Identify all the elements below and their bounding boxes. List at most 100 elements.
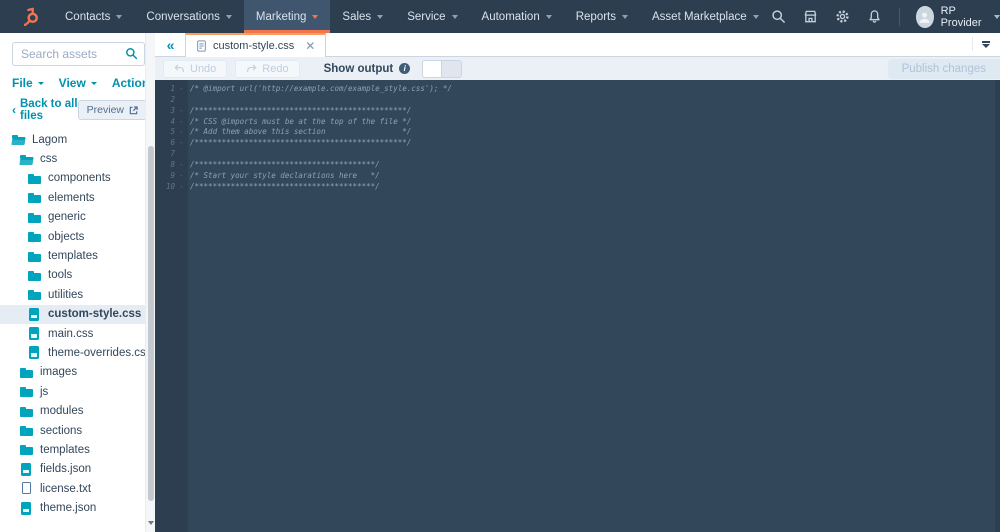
nav-divider bbox=[898, 7, 900, 26]
code-text[interactable]: /* CSS @imports must be at the top of th… bbox=[188, 117, 411, 128]
tab-custom-style-css[interactable]: custom-style.css ✕ bbox=[185, 33, 327, 57]
nav-item-reports[interactable]: Reports bbox=[564, 0, 640, 33]
scrollbar-thumb[interactable] bbox=[147, 146, 154, 501]
tab-label: custom-style.css bbox=[213, 40, 295, 52]
fold-marker[interactable]: - bbox=[175, 182, 188, 193]
css-file-icon bbox=[28, 327, 41, 341]
tree-item-utilities[interactable]: utilities bbox=[0, 285, 155, 304]
code-text[interactable]: /***************************************… bbox=[188, 160, 380, 171]
nav-item-marketing[interactable]: Marketing bbox=[243, 0, 331, 33]
tree-item-license-txt[interactable]: license.txt bbox=[0, 479, 155, 498]
tree-item-css[interactable]: css bbox=[0, 149, 155, 168]
code-line: 1 - /* @import url('http://example.com/e… bbox=[155, 84, 1000, 95]
avatar bbox=[916, 5, 934, 28]
tree-item-css-templates[interactable]: templates bbox=[0, 246, 155, 265]
publish-changes-button[interactable]: Publish changes bbox=[887, 59, 1000, 79]
info-icon[interactable]: i bbox=[399, 63, 411, 74]
scrollbar-down-button[interactable] bbox=[146, 517, 155, 529]
line-number: 2 bbox=[170, 94, 175, 104]
preview-button[interactable]: Preview bbox=[77, 100, 147, 120]
tree-item-theme-json[interactable]: theme.json bbox=[0, 498, 155, 517]
tree-item-generic[interactable]: generic bbox=[0, 208, 155, 227]
tree-item-elements[interactable]: elements bbox=[0, 188, 155, 207]
code-text[interactable] bbox=[188, 95, 190, 106]
json-file-icon bbox=[20, 462, 33, 476]
account-menu[interactable]: RP Provider bbox=[916, 5, 1000, 29]
tree-item-sections[interactable]: sections bbox=[0, 421, 155, 440]
redo-button[interactable]: Redo bbox=[235, 59, 300, 78]
tree-item-images[interactable]: images bbox=[0, 363, 155, 382]
nav-item-label: Reports bbox=[575, 10, 617, 23]
fold-marker[interactable] bbox=[175, 95, 188, 106]
fold-marker[interactable]: - bbox=[175, 117, 188, 128]
settings-gear-icon[interactable] bbox=[835, 9, 850, 24]
fold-marker[interactable]: - bbox=[175, 171, 188, 182]
tree-item-templates[interactable]: templates bbox=[0, 440, 155, 459]
back-to-all-files-link[interactable]: ‹ Back to all files bbox=[12, 98, 78, 122]
fold-marker[interactable]: - bbox=[175, 160, 188, 171]
tree-item-custom-style-css[interactable]: custom-style.css bbox=[0, 304, 155, 324]
search-icon[interactable] bbox=[125, 47, 138, 65]
sidebar-scrollbar bbox=[145, 33, 155, 532]
undo-label: Undo bbox=[190, 62, 217, 75]
json-file-icon bbox=[20, 501, 33, 515]
fold-marker[interactable] bbox=[175, 149, 188, 160]
code-text[interactable]: /***************************************… bbox=[188, 182, 380, 193]
fold-marker[interactable]: - bbox=[175, 106, 188, 117]
code-text[interactable]: /***************************************… bbox=[188, 138, 411, 149]
folder-icon bbox=[28, 230, 41, 243]
nav-item-conversations[interactable]: Conversations bbox=[134, 0, 244, 33]
tree-item-lagom[interactable]: Lagom bbox=[0, 130, 155, 149]
chevron-down-icon bbox=[451, 14, 458, 19]
nav-item-service[interactable]: Service bbox=[395, 0, 469, 33]
css-file-icon bbox=[28, 346, 41, 360]
nav-item-contacts[interactable]: Contacts bbox=[53, 0, 134, 33]
fold-marker[interactable]: - bbox=[175, 84, 188, 95]
code-editor[interactable]: 1 - /* @import url('http://example.com/e… bbox=[155, 80, 1000, 532]
undo-button[interactable]: Undo bbox=[163, 59, 228, 78]
tree-item-components[interactable]: components bbox=[0, 169, 155, 188]
marketplace-icon[interactable] bbox=[803, 9, 818, 24]
code-text[interactable]: /* Add them above this section */ bbox=[188, 127, 411, 138]
line-number: 3 bbox=[170, 105, 175, 115]
code-text[interactable]: /* Start your style declarations here */ bbox=[188, 171, 380, 182]
menu-file[interactable]: File bbox=[12, 76, 44, 90]
redo-label: Redo bbox=[262, 62, 289, 75]
tree-item-objects[interactable]: objects bbox=[0, 227, 155, 246]
tree-item-modules[interactable]: modules bbox=[0, 401, 155, 420]
tree-item-label: fields.json bbox=[40, 463, 92, 476]
tree-item-js[interactable]: js bbox=[0, 382, 155, 401]
css-file-icon bbox=[28, 307, 41, 321]
code-line: 8 - /***********************************… bbox=[155, 160, 1000, 171]
fold-marker[interactable]: - bbox=[175, 127, 188, 138]
folder-icon bbox=[20, 443, 33, 456]
nav-utilities: RP Provider bbox=[771, 5, 1000, 29]
nav-item-asset-marketplace[interactable]: Asset Marketplace bbox=[640, 0, 771, 33]
show-output-toggle[interactable] bbox=[422, 59, 463, 78]
line-number: 6 bbox=[170, 138, 175, 148]
notifications-bell-icon[interactable] bbox=[867, 9, 882, 24]
tree-item-main-css[interactable]: main.css bbox=[0, 324, 155, 343]
fold-marker[interactable]: - bbox=[175, 138, 188, 149]
close-tab-icon[interactable]: ✕ bbox=[305, 40, 315, 52]
tree-item-theme-overrides-css[interactable]: theme-overrides.css bbox=[0, 343, 155, 362]
chevron-down-icon bbox=[982, 43, 990, 48]
menu-view[interactable]: View bbox=[59, 76, 97, 90]
folder-icon bbox=[20, 385, 33, 398]
tree-item-tools[interactable]: tools bbox=[0, 266, 155, 285]
nav-item-sales[interactable]: Sales bbox=[330, 0, 395, 33]
tree-item-label: theme-overrides.css bbox=[48, 346, 152, 359]
tree-item-fields-json[interactable]: fields.json bbox=[0, 460, 155, 479]
folder-icon bbox=[28, 250, 41, 263]
code-text[interactable] bbox=[188, 149, 190, 160]
collapse-sidebar-button[interactable]: « bbox=[155, 33, 185, 56]
redo-arrow-icon bbox=[247, 64, 257, 73]
search-icon[interactable] bbox=[771, 9, 786, 24]
tab-list-dropdown-button[interactable] bbox=[978, 38, 994, 51]
nav-item-automation[interactable]: Automation bbox=[470, 0, 564, 33]
code-text[interactable]: /***************************************… bbox=[188, 106, 411, 117]
tree-item-label: objects bbox=[48, 230, 85, 243]
folder-icon bbox=[28, 269, 41, 282]
hubspot-logo-icon[interactable] bbox=[20, 6, 41, 27]
code-text[interactable]: /* @import url('http://example.com/examp… bbox=[188, 84, 452, 95]
